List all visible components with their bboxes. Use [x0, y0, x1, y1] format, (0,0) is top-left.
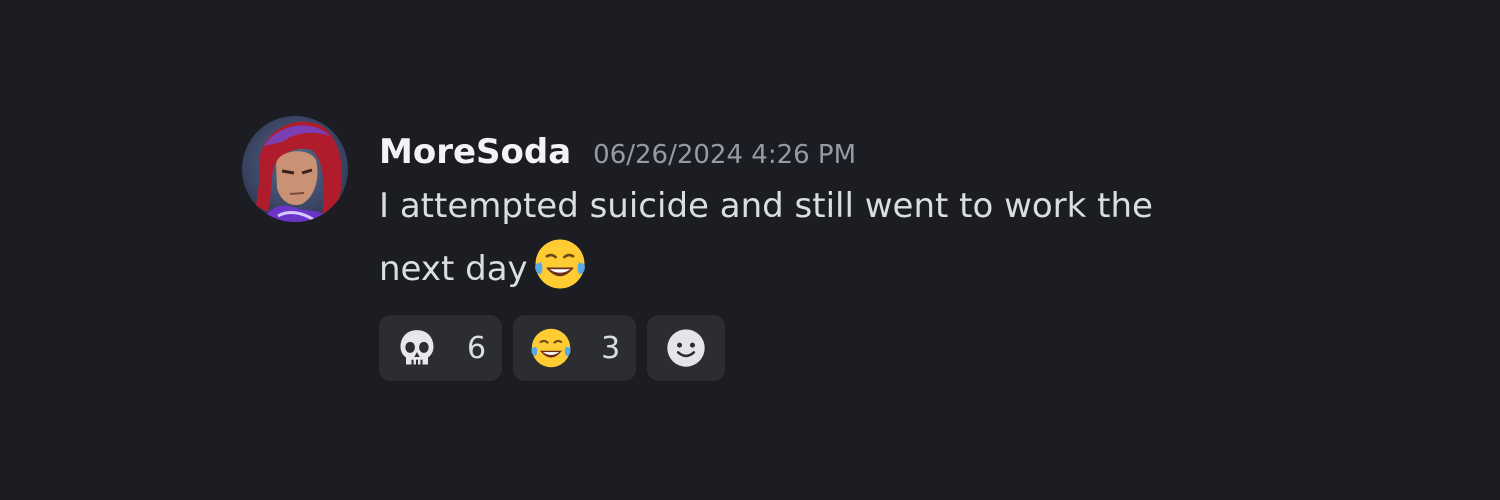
message-content: I attempted suicide and still went to wo…	[379, 176, 1219, 299]
reactions-bar: 6 3	[379, 315, 1219, 381]
reaction-skull[interactable]: 6	[379, 315, 503, 381]
reaction-tears-of-joy[interactable]: 3	[513, 315, 637, 381]
message-text: I attempted suicide and still went to wo…	[379, 186, 1153, 289]
timestamp: 06/26/2024 4:26 PM	[593, 140, 857, 170]
reaction-count: 6	[467, 330, 487, 366]
message-body: MoreSoda 06/26/2024 4:26 PM I attempted …	[379, 116, 1219, 381]
chat-message: MoreSoda 06/26/2024 4:26 PM I attempted …	[242, 116, 1219, 381]
avatar[interactable]	[242, 116, 348, 222]
username[interactable]: MoreSoda	[379, 124, 571, 180]
reaction-count: 3	[601, 330, 621, 366]
add-reaction-button[interactable]	[647, 315, 726, 381]
tears-of-joy-emoji-icon	[534, 239, 585, 289]
skull-icon	[400, 330, 434, 365]
add-reaction-smiley-icon	[667, 329, 705, 367]
avatar-image	[242, 116, 348, 222]
tears-of-joy-emoji-icon	[531, 328, 571, 368]
